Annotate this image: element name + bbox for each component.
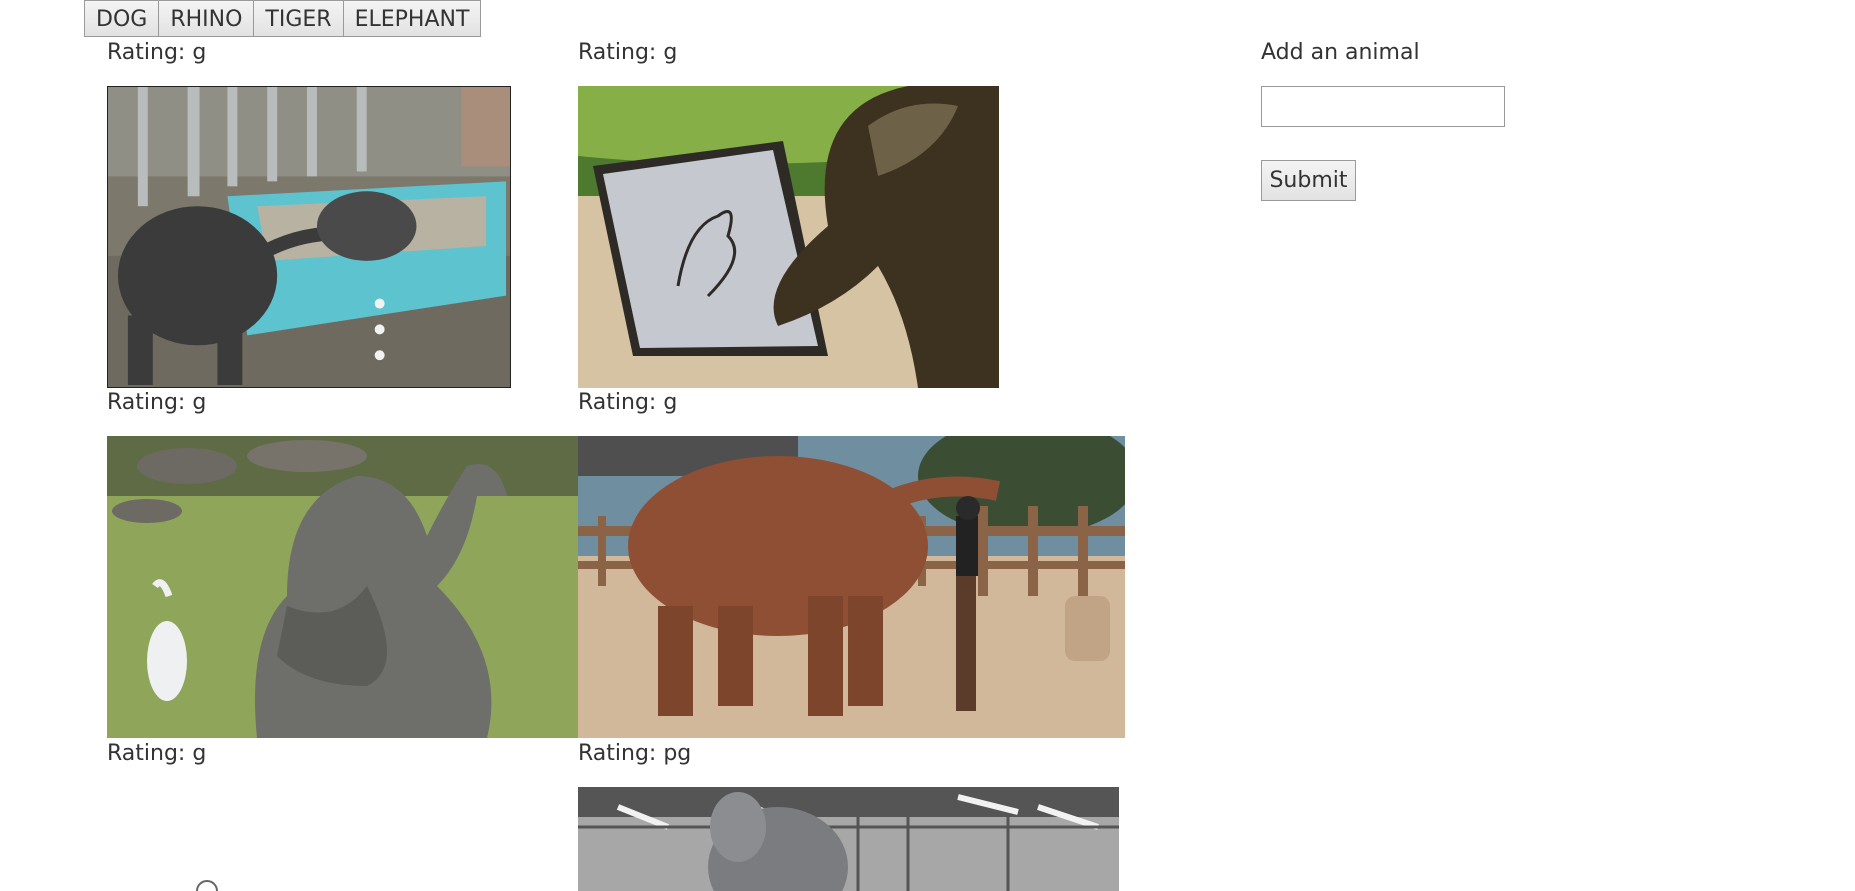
gif-rating: Rating: g [578,390,678,415]
gif-rating: Rating: g [578,40,678,65]
elephant-gif-egret [107,436,578,738]
elephant-gif-keeper [578,436,1125,738]
gif-rating: Rating: g [107,741,207,766]
elephant-gif-barn [578,787,1119,891]
animal-button-tiger[interactable]: TIGER [253,0,344,37]
elephant-gif-pool [107,86,511,388]
submit-button[interactable]: Submit [1261,160,1356,201]
gif-rating: Rating: g [107,40,207,65]
gif-loading [107,787,578,891]
gif-rating: Rating: g [107,390,207,415]
animal-button-elephant[interactable]: ELEPHANT [342,0,482,37]
animal-button-rhino[interactable]: RHINO [158,0,255,37]
animal-button-bar: DOG RHINO TIGER ELEPHANT [84,0,482,38]
gif-rating: Rating: pg [578,741,692,766]
animal-button-dog[interactable]: DOG [84,0,160,37]
add-animal-label: Add an animal [1261,40,1420,65]
elephant-gif-painting [578,86,999,388]
animal-name-input[interactable] [1261,86,1505,127]
